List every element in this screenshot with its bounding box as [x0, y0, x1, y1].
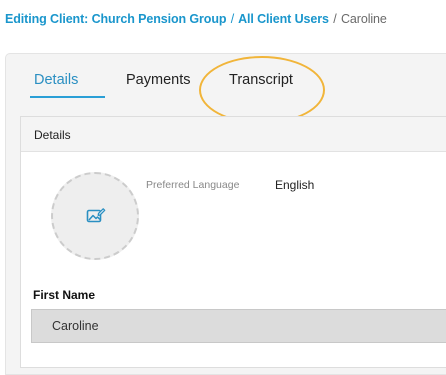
breadcrumb-client-link[interactable]: Editing Client: Church Pension Group: [5, 12, 227, 26]
preferred-language-value: English: [275, 178, 315, 192]
breadcrumb-current: Caroline: [341, 12, 387, 26]
avatar-upload[interactable]: [51, 172, 139, 260]
first-name-field[interactable]: [31, 309, 446, 343]
tab-details[interactable]: Details: [34, 72, 78, 88]
breadcrumb-users-link[interactable]: All Client Users: [238, 12, 329, 26]
image-edit-icon: [86, 208, 106, 223]
tab-payments[interactable]: Payments: [126, 72, 190, 88]
tab-transcript[interactable]: Transcript: [229, 72, 293, 88]
tab-bar: Details Payments Transcript: [6, 54, 446, 112]
breadcrumb-separator: /: [333, 12, 337, 26]
preferred-language-label: Preferred Language: [146, 179, 240, 191]
card-header: Details: [21, 117, 446, 152]
breadcrumb: Editing Client: Church Pension Group / A…: [5, 12, 387, 26]
details-card: Details Preferred Language English First…: [20, 116, 446, 368]
first-name-label: First Name: [33, 288, 96, 302]
card-title: Details: [34, 128, 71, 142]
active-tab-indicator: [30, 96, 105, 98]
breadcrumb-separator: /: [230, 12, 235, 26]
